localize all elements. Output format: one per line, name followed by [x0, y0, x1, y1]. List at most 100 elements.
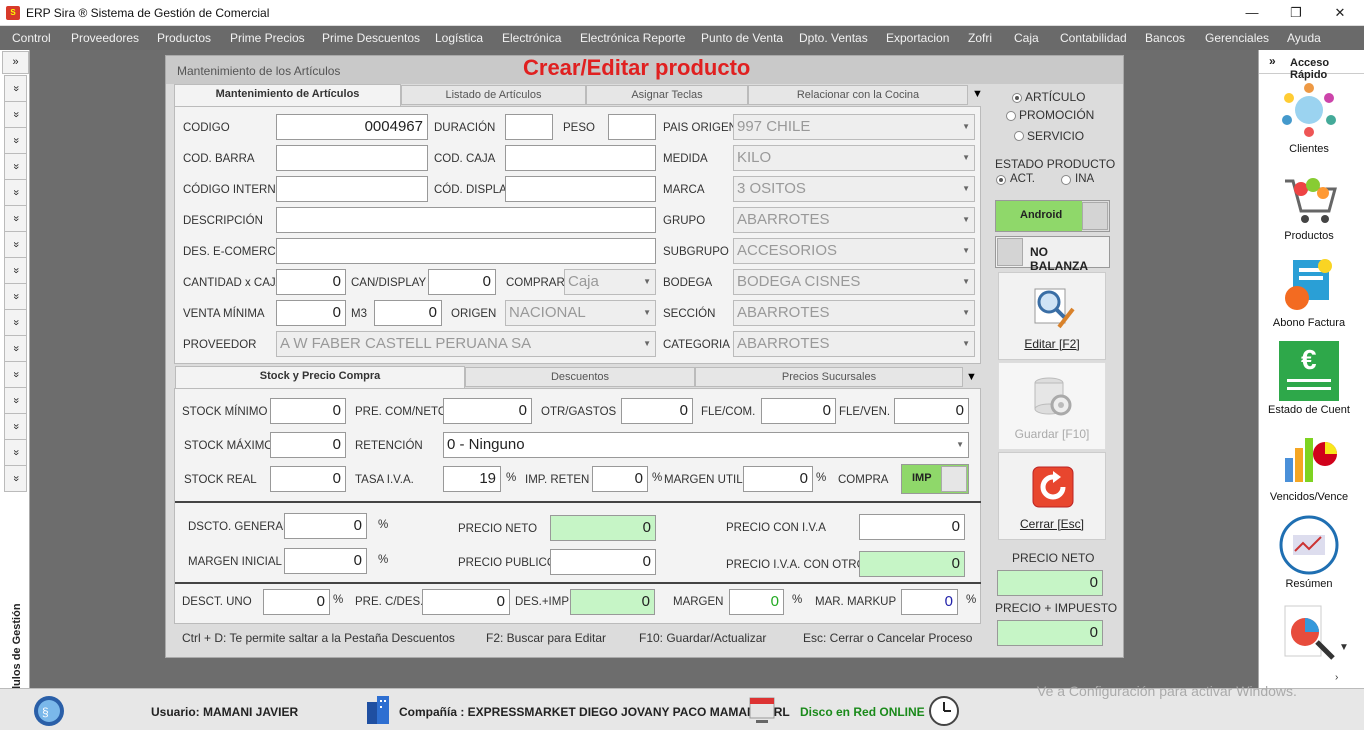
cantcaja-input[interactable]: 0 [276, 269, 346, 295]
tab-stock-precio[interactable]: Stock y Precio Compra [175, 366, 465, 388]
markup-input[interactable]: 0 [901, 589, 958, 615]
categoria-select[interactable]: ABARROTES ▼ [733, 331, 975, 357]
menu-prime-descuentos[interactable]: Prime Descuentos [322, 31, 420, 45]
menu-prime-precios[interactable]: Prime Precios [230, 31, 305, 45]
tab-mantenimiento[interactable]: Mantenimiento de Artículos [174, 84, 401, 106]
menu-logistica[interactable]: Logística [435, 31, 483, 45]
dscto-input[interactable]: 0 [284, 513, 367, 539]
rail-module-button[interactable]: » [4, 439, 27, 466]
smin-input[interactable]: 0 [270, 398, 346, 424]
codigo-input[interactable]: 0004967 [276, 114, 428, 140]
smax-input[interactable]: 0 [270, 432, 346, 458]
medida-select[interactable]: KILO ▼ [733, 145, 975, 171]
descripcion-input[interactable] [276, 207, 656, 233]
quick-resumen[interactable]: Resúmen [1259, 515, 1359, 590]
rail-module-button[interactable]: » [4, 465, 27, 492]
restore-button[interactable]: ❐ [1276, 3, 1316, 23]
m3-input[interactable]: 0 [374, 300, 442, 326]
ecomerce-input[interactable] [276, 238, 656, 264]
menu-zofri[interactable]: Zofri [968, 31, 992, 45]
precom-input[interactable]: 0 [443, 398, 532, 424]
tab-cocina[interactable]: Relacionar con la Cocina [748, 85, 968, 105]
menu-dpto-ventas[interactable]: Dpto. Ventas [799, 31, 868, 45]
minimize-button[interactable]: — [1232, 3, 1272, 23]
rail-expand-button[interactable]: » [2, 51, 29, 74]
menu-electronica[interactable]: Electrónica [502, 31, 561, 45]
tab-descuentos[interactable]: Descuentos [465, 367, 695, 387]
margen-util-input[interactable]: 0 [743, 466, 813, 492]
caja-input[interactable] [505, 145, 656, 171]
bodega-select[interactable]: BODEGA CISNES ▼ [733, 269, 975, 295]
minicial-input[interactable]: 0 [284, 548, 367, 574]
menu-caja[interactable]: Caja [1014, 31, 1039, 45]
ventamin-input[interactable]: 0 [276, 300, 346, 326]
rail-module-button[interactable]: » [4, 75, 27, 102]
compra-toggle[interactable]: IMP [901, 464, 969, 494]
retencion-select[interactable]: 0 - Ninguno ▼ [443, 432, 969, 458]
rail-module-button[interactable]: » [4, 179, 27, 206]
peso-input[interactable] [608, 114, 656, 140]
rail-module-button[interactable]: » [4, 231, 27, 258]
marca-select[interactable]: 3 OSITOS ▼ [733, 176, 975, 202]
tabs-overflow-icon[interactable]: ▼ [966, 371, 977, 383]
proveedor-select[interactable]: A W FABER CASTELL PERUANA SA ▼ [276, 331, 656, 357]
rail-module-button[interactable]: » [4, 309, 27, 336]
scroll-right-icon[interactable]: › [1335, 672, 1338, 683]
quick-vencidos[interactable]: Vencidos/Vence [1259, 428, 1359, 503]
quick-abono-factura[interactable]: Abono Factura [1259, 254, 1359, 329]
radio-servicio[interactable] [1014, 131, 1024, 141]
display-input[interactable] [505, 176, 656, 202]
precio-ivaotro-input[interactable]: 0 [859, 551, 965, 577]
descuno-input[interactable]: 0 [263, 589, 330, 615]
rail-module-button[interactable]: » [4, 361, 27, 388]
rail-module-button[interactable]: » [4, 413, 27, 440]
rail-module-button[interactable]: » [4, 257, 27, 284]
rail-module-button[interactable]: » [4, 153, 27, 180]
tab-asignar-teclas[interactable]: Asignar Teclas [586, 85, 748, 105]
precio-publico-input[interactable]: 0 [550, 549, 656, 575]
menu-bancos[interactable]: Bancos [1145, 31, 1185, 45]
precio-neto-input[interactable]: 0 [550, 515, 656, 541]
quick-reportes[interactable] [1259, 602, 1359, 665]
interno-input[interactable] [276, 176, 428, 202]
menu-contabilidad[interactable]: Contabilidad [1060, 31, 1127, 45]
radio-act[interactable] [996, 175, 1006, 185]
duracion-input[interactable] [505, 114, 553, 140]
subgrupo-select[interactable]: ACCESORIOS ▼ [733, 238, 975, 264]
sreal-input[interactable]: 0 [270, 466, 346, 492]
origen-select[interactable]: NACIONAL ▼ [505, 300, 656, 326]
otr-input[interactable]: 0 [621, 398, 693, 424]
guardar-button[interactable]: Guardar [F10] [998, 362, 1106, 450]
precdes-input[interactable]: 0 [422, 589, 510, 615]
radio-ina[interactable] [1061, 175, 1071, 185]
menu-proveedores[interactable]: Proveedores [71, 31, 139, 45]
iva-input[interactable]: 19 [443, 466, 501, 492]
candisplay-input[interactable]: 0 [428, 269, 496, 295]
menu-ayuda[interactable]: Ayuda [1287, 31, 1321, 45]
radio-promocion[interactable] [1006, 111, 1016, 121]
tab-listado[interactable]: Listado de Artículos [401, 85, 586, 105]
radio-articulo[interactable] [1012, 93, 1022, 103]
tabs-overflow-icon[interactable]: ▼ [972, 88, 983, 100]
side-neto-input[interactable]: 0 [997, 570, 1103, 596]
menu-exportacion[interactable]: Exportacion [886, 31, 949, 45]
rail-module-button[interactable]: » [4, 205, 27, 232]
android-toggle[interactable]: Android [995, 200, 1110, 232]
rail-module-button[interactable]: » [4, 283, 27, 310]
close-button[interactable]: ✕ [1320, 3, 1360, 23]
quick-productos[interactable]: Productos [1259, 167, 1359, 242]
editar-button[interactable]: Editar [F2] [998, 272, 1106, 360]
flecom-input[interactable]: 0 [761, 398, 836, 424]
scroll-down-icon[interactable]: ▼ [1339, 642, 1349, 653]
quick-estado-cuenta[interactable]: € Estado de Cuent [1259, 341, 1359, 416]
balanza-toggle[interactable]: NO BALANZA [995, 236, 1110, 273]
comprar-select[interactable]: Caja ▼ [564, 269, 656, 295]
quick-expand-icon[interactable]: » [1269, 54, 1276, 68]
cerrar-button[interactable]: Cerrar [Esc] [998, 452, 1106, 540]
seccion-select[interactable]: ABARROTES ▼ [733, 300, 975, 326]
rail-module-button[interactable]: » [4, 101, 27, 128]
quick-clientes[interactable]: Clientes [1259, 80, 1359, 155]
tab-precios-sucursales[interactable]: Precios Sucursales [695, 367, 963, 387]
menu-control[interactable]: Control [12, 31, 51, 45]
margen-input[interactable]: 0 [729, 589, 784, 615]
